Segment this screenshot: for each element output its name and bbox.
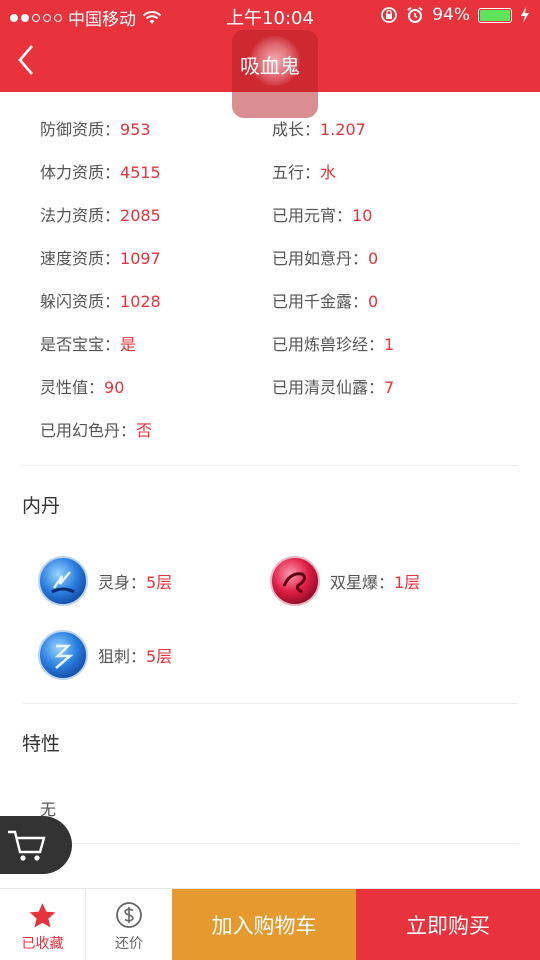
header: 中国移动 上午10:04 94% 吸血鬼 (0, 0, 540, 118)
attr-item: 已用清灵仙露：7 (272, 378, 395, 397)
bargain-button[interactable]: 还价 (86, 889, 172, 960)
blue-orb-icon (38, 630, 88, 680)
dollar-icon (116, 902, 142, 928)
attr-item: 灵性值：90 (40, 378, 125, 397)
page-title: 吸血鬼 (240, 54, 300, 78)
status-bar: 中国移动 上午10:04 94% (0, 0, 540, 30)
divider (22, 703, 518, 704)
charging-icon (521, 7, 529, 23)
attr-item: 成长：1.207 (272, 120, 366, 139)
attr-item: 速度资质：1097 (40, 249, 161, 268)
attr-item: 已用千金露：0 (272, 292, 379, 311)
rotation-lock-icon (381, 7, 398, 23)
cart-icon (8, 830, 46, 861)
attr-item: 法力资质：2085 (40, 206, 161, 225)
battery-icon (478, 7, 512, 23)
neidan-item[interactable]: 灵身：5层 (38, 556, 172, 606)
attr-item: 是否宝宝：是 (40, 335, 137, 354)
favorite-button[interactable]: 已收藏 (0, 889, 86, 960)
traits-title: 特性 (22, 733, 61, 755)
page: 中国移动 上午10:04 94% 吸血鬼 防御资质：953 成长：1.207 体… (0, 0, 540, 960)
neidan-title: 内丹 (22, 495, 61, 517)
neidan-item[interactable]: 狙刺：5层 (38, 630, 172, 680)
neidan-item[interactable]: 双星爆：1层 (270, 556, 420, 606)
attr-item: 已用如意丹：0 (272, 249, 379, 268)
attr-item: 防御资质：953 (40, 120, 151, 139)
attr-item: 五行：水 (272, 163, 337, 182)
attr-item: 已用元宵：10 (272, 206, 373, 225)
bargain-label: 还价 (115, 936, 143, 952)
buy-now-button[interactable]: 立即购买 (356, 889, 540, 960)
status-right: 94% (380, 5, 530, 25)
attr-item: 体力资质：4515 (40, 163, 161, 182)
favorite-label: 已收藏 (21, 936, 64, 952)
add-to-cart-button[interactable]: 加入购物车 (172, 889, 356, 960)
star-icon (29, 903, 56, 928)
attr-item: 躲闪资质：1028 (40, 292, 161, 311)
blue-orb-icon (38, 556, 88, 606)
battery-percent: 94% (432, 5, 470, 25)
divider (22, 465, 518, 466)
floating-cart-button[interactable] (0, 816, 72, 874)
bottom-bar: 已收藏 还价 加入购物车 立即购买 (0, 888, 540, 960)
alarm-icon (407, 6, 423, 23)
red-orb-icon (270, 556, 320, 606)
attr-item: 已用幻色丹：否 (40, 421, 153, 440)
divider (22, 843, 518, 844)
attr-item: 已用炼兽珍经：1 (272, 335, 395, 354)
nav-bar: 吸血鬼 (0, 30, 540, 118)
